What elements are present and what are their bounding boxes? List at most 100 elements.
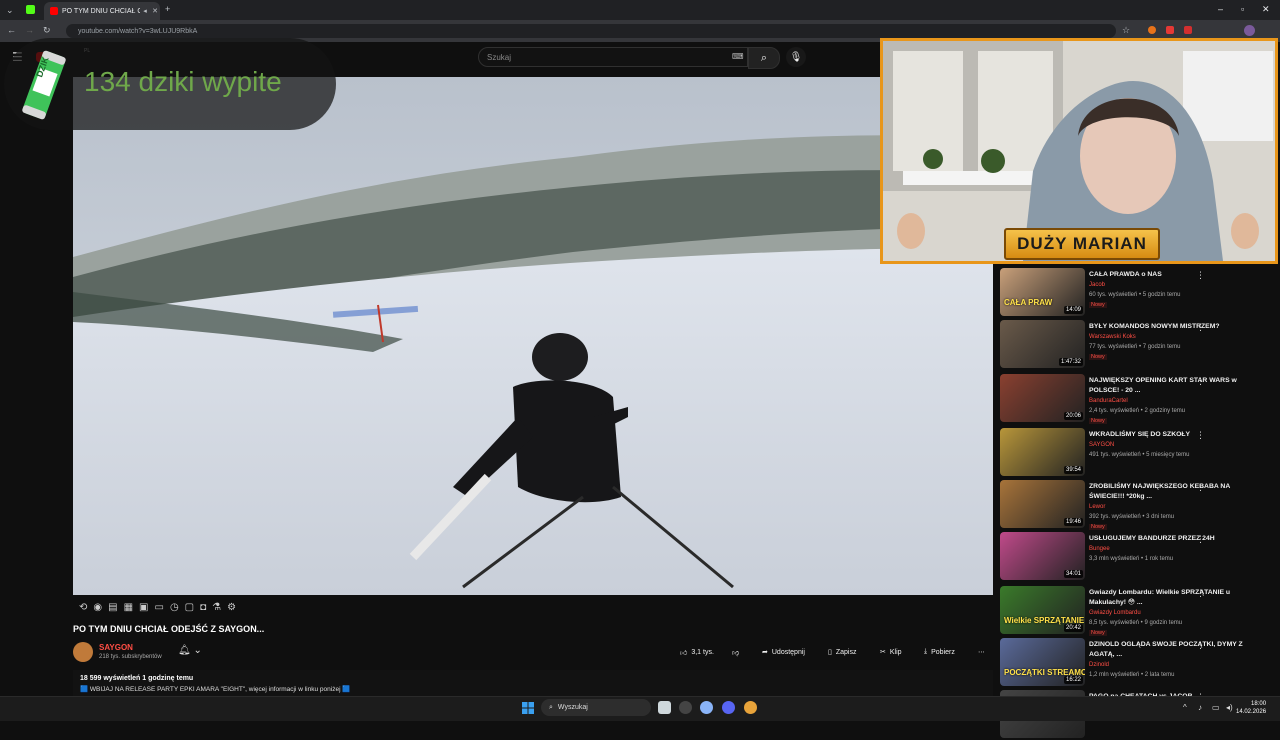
- recommendation-thumbnail[interactable]: 1:47:32: [1000, 320, 1085, 368]
- back-icon[interactable]: ←: [7, 25, 16, 35]
- video-duration: 20:06: [1063, 412, 1083, 420]
- extension-icon[interactable]: [1184, 26, 1192, 34]
- recommendation-title[interactable]: WKRADLIŚMY SIĘ DO SZKOŁY: [1089, 430, 1259, 440]
- camera-icon[interactable]: ◘: [200, 602, 206, 613]
- task-view-icon[interactable]: [658, 701, 671, 714]
- recommendation-channel[interactable]: SAYGON: [1089, 442, 1114, 448]
- bookmark-star-icon[interactable]: ☆: [1122, 25, 1130, 36]
- app-icon[interactable]: [700, 701, 713, 714]
- share-button[interactable]: ➦ Udostępnij: [762, 644, 805, 660]
- app-icon[interactable]: [679, 701, 692, 714]
- tab-search-icon[interactable]: ⌄: [6, 5, 14, 16]
- notification-bell-button[interactable]: 🔔︎ ⌄: [178, 645, 202, 656]
- channel-avatar[interactable]: [73, 642, 93, 662]
- tab-title: PO TYM DNIU CHCIAŁ ODE: [62, 7, 140, 15]
- recommendation-item[interactable]: 20:06 NAJWIĘKSZY OPENING KART STAR WARS w…: [1000, 374, 1270, 424]
- maximize-icon[interactable]: ▫: [1241, 4, 1244, 14]
- recommendation-item[interactable]: POCZĄTKI STREAMOW!16:22DZINOLD OGLĄDA SW…: [1000, 638, 1270, 688]
- recommendation-channel[interactable]: BanduraCartel: [1089, 398, 1128, 404]
- voice-search-button[interactable]: 🎙: [786, 47, 806, 67]
- screen-icon[interactable]: ▢: [185, 602, 194, 613]
- channel-name[interactable]: SAYGON: [99, 643, 133, 652]
- recommendation-item[interactable]: 1:47:32 BYŁY KOMANDOS NOWYM MISTRZEM? Wars…: [1000, 320, 1270, 370]
- more-options-icon[interactable]: ⋮: [1196, 534, 1205, 545]
- network-icon[interactable]: ▭: [1212, 703, 1220, 712]
- browser-tab-active[interactable]: PO TYM DNIU CHCIAŁ ODE ◂ ✕: [44, 2, 160, 20]
- recommendation-channel[interactable]: Gwiazdy Lombardu: [1089, 610, 1141, 616]
- more-options-icon[interactable]: ⋮: [1196, 270, 1205, 281]
- theater-icon[interactable]: ▭: [154, 602, 163, 613]
- more-options-icon[interactable]: ⋮: [1196, 640, 1205, 651]
- more-options-icon[interactable]: ⋮: [1196, 430, 1205, 441]
- tab-close-icon[interactable]: ✕: [150, 7, 160, 15]
- mic-tray-icon[interactable]: ♪: [1198, 703, 1202, 712]
- extension-icon[interactable]: [1166, 26, 1174, 34]
- search-input[interactable]: Szukaj: [478, 47, 748, 67]
- recommendation-thumbnail[interactable]: POCZĄTKI STREAMOW!16:22: [1000, 638, 1085, 686]
- new-tab-icon[interactable]: +: [165, 4, 170, 14]
- speed-icon[interactable]: ◷: [170, 602, 179, 613]
- search-button[interactable]: ⌕: [748, 47, 780, 69]
- chrome-icon[interactable]: [744, 701, 757, 714]
- tab-audio-icon[interactable]: ◂: [140, 7, 150, 15]
- recommendation-item[interactable]: 39:54 WKRADLIŚMY SIĘ DO SZKOŁY SAYGON 491 t…: [1000, 428, 1270, 478]
- keyboard-icon[interactable]: ⌨: [732, 52, 744, 61]
- more-options-icon[interactable]: ⋮: [1196, 482, 1205, 493]
- loop-icon[interactable]: ⟲: [79, 602, 87, 613]
- recommendation-title[interactable]: Gwiazdy Lombardu: Wielkie SPRZĄTANIE u M…: [1089, 588, 1259, 608]
- recommendation-item[interactable]: CAŁA PRAW 14:09 CAŁA PRAWDA o NAS Jacob 60 t…: [1000, 268, 1270, 318]
- taskbar-search[interactable]: ⌕ Wyszukaj: [541, 699, 651, 716]
- save-button[interactable]: ▯ Zapisz: [828, 644, 856, 660]
- profile-avatar[interactable]: [1244, 25, 1255, 36]
- more-options-icon[interactable]: ⋮: [1196, 376, 1205, 387]
- settings-gear-icon[interactable]: ⚙: [227, 602, 236, 613]
- more-options-icon[interactable]: ⋮: [1196, 322, 1205, 333]
- window-close-icon[interactable]: ✕: [1262, 4, 1270, 15]
- audio-icon[interactable]: ◉: [93, 602, 102, 613]
- recommendation-thumbnail[interactable]: 19:46: [1000, 480, 1085, 528]
- recommendation-title[interactable]: DZINOLD OGLĄDA SWOJE POCZĄTKI, DYMY Z AG…: [1089, 640, 1259, 660]
- recommendation-channel[interactable]: Lewor: [1089, 504, 1105, 510]
- clip-icon[interactable]: ▦: [124, 602, 133, 613]
- recommendation-channel[interactable]: Warszawski Koks: [1089, 334, 1136, 340]
- playlist-icon[interactable]: ▤: [108, 602, 117, 613]
- extension-icon[interactable]: [1148, 26, 1156, 34]
- recommendation-channel[interactable]: Jacob: [1089, 282, 1105, 288]
- recommendation-title[interactable]: USŁUGUJEMY BANDURZE PRZEZ 24H: [1089, 534, 1259, 544]
- flask-icon[interactable]: ⚗: [212, 602, 221, 613]
- recommendation-item[interactable]: 19:46 ZROBILIŚMY NAJWIĘKSZEGO KEBABA NA Ś…: [1000, 480, 1270, 530]
- thumbnail-text: CAŁA PRAW: [1004, 298, 1053, 307]
- url-field[interactable]: youtube.com/watch?v=3wLUJU9RbkA: [66, 24, 1116, 38]
- taskbar-clock[interactable]: 18:00 14.02.2026: [1236, 700, 1266, 716]
- recommendation-thumbnail[interactable]: 39:54: [1000, 428, 1085, 476]
- download-icon: ⤓: [924, 648, 928, 655]
- recommendation-thumbnail[interactable]: CAŁA PRAW 14:09: [1000, 268, 1085, 316]
- dislike-button[interactable]: 👎︎: [732, 644, 739, 660]
- recommendation-channel[interactable]: Bungee: [1089, 546, 1110, 552]
- tray-chevron-icon[interactable]: ^: [1183, 703, 1187, 712]
- recommendation-channel[interactable]: Dzinold: [1089, 662, 1109, 668]
- video-player[interactable]: [73, 77, 993, 595]
- windows-start-icon[interactable]: [522, 702, 534, 714]
- forward-icon[interactable]: →: [25, 25, 34, 35]
- kick-app-icon[interactable]: [26, 5, 35, 14]
- more-options-icon[interactable]: ⋮: [1196, 588, 1205, 599]
- discord-icon[interactable]: [722, 701, 735, 714]
- like-button[interactable]: 👍︎ 3,1 tys.: [680, 644, 714, 660]
- recommendation-title[interactable]: NAJWIĘKSZY OPENING KART STAR WARS w POLS…: [1089, 376, 1259, 396]
- recommendation-item[interactable]: Wielkie SPRZĄTANIE 20:42 Gwiazdy Lombardu:…: [1000, 586, 1270, 636]
- recommendation-thumbnail[interactable]: Wielkie SPRZĄTANIE 20:42: [1000, 586, 1085, 634]
- reload-icon[interactable]: ↻: [43, 25, 51, 36]
- volume-icon[interactable]: ◂): [1226, 703, 1233, 712]
- recommendation-title[interactable]: ZROBILIŚMY NAJWIĘKSZEGO KEBABA NA ŚWIECI…: [1089, 482, 1259, 502]
- pip-icon[interactable]: ▣: [139, 602, 148, 613]
- recommendation-thumbnail[interactable]: 20:06: [1000, 374, 1085, 422]
- recommendation-item[interactable]: 34:01 USŁUGUJEMY BANDURZE PRZEZ 24H Bungee…: [1000, 532, 1270, 582]
- clip-button[interactable]: ✂ Klip: [880, 644, 902, 660]
- recommendation-thumbnail[interactable]: 34:01: [1000, 532, 1085, 580]
- recommendation-title[interactable]: CAŁA PRAWDA o NAS: [1089, 270, 1259, 280]
- recommendation-title[interactable]: BYŁY KOMANDOS NOWYM MISTRZEM?: [1089, 322, 1259, 332]
- download-button[interactable]: ⤓ Pobierz: [924, 644, 955, 660]
- more-actions-button[interactable]: ⋯: [978, 644, 985, 660]
- minimize-icon[interactable]: –: [1218, 4, 1223, 14]
